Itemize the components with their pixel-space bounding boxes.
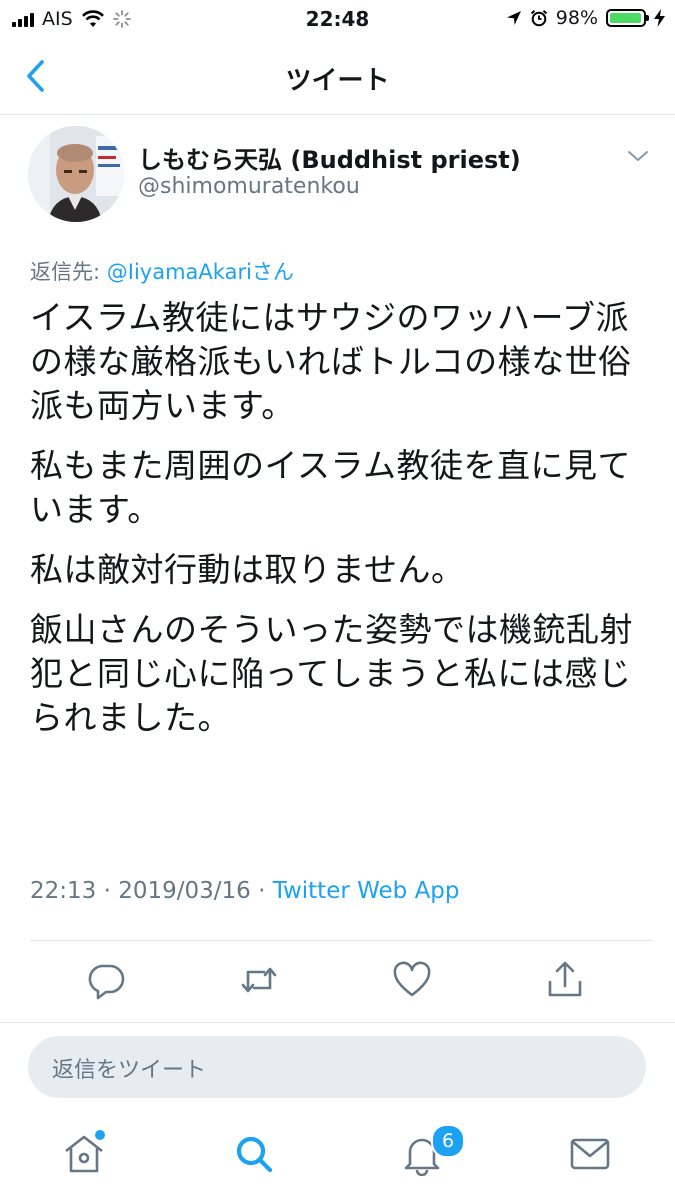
nav-bar: ツイート bbox=[0, 38, 675, 115]
search-icon[interactable] bbox=[232, 1132, 276, 1176]
notifications-badge: 6 bbox=[431, 1124, 465, 1158]
reply-to-suffix: さん bbox=[251, 260, 294, 284]
tweet-paragraph: 私は敵対行動は取りません。 bbox=[30, 550, 465, 589]
tweet-paragraph: イスラム教徒にはサウジのワッハーブ派の様な厳格派もいればトルコの様な世俗派も両方… bbox=[30, 298, 632, 425]
reply-to-line: 返信先: @IiyamaAkariさん bbox=[30, 256, 294, 286]
status-right: 98% bbox=[506, 7, 665, 29]
avatar-photo bbox=[28, 126, 124, 222]
reply-input[interactable]: 返信をツイート bbox=[28, 1036, 646, 1098]
chevron-down-icon[interactable] bbox=[626, 148, 650, 164]
messages-icon[interactable] bbox=[568, 1132, 612, 1176]
battery-percent: 98% bbox=[555, 7, 598, 29]
tweet-text: イスラム教徒にはサウジのワッハーブ派の様な厳格派もいればトルコの様な世俗派も両方… bbox=[30, 296, 642, 756]
home-new-dot bbox=[95, 1130, 105, 1140]
source-app-link[interactable]: Twitter Web App bbox=[273, 878, 460, 904]
reply-placeholder: 返信をツイート bbox=[52, 1058, 207, 1083]
timestamp-text: 22:13 · 2019/03/16 · bbox=[30, 878, 273, 904]
charging-icon bbox=[654, 9, 665, 27]
divider bbox=[30, 940, 652, 941]
retweet-icon[interactable] bbox=[239, 960, 279, 1000]
tweet-timestamp: 22:13 · 2019/03/16 · Twitter Web App bbox=[30, 878, 460, 904]
battery-icon bbox=[606, 9, 649, 27]
avatar[interactable] bbox=[28, 126, 124, 222]
tweet-actions bbox=[0, 950, 675, 1010]
reply-to-mention[interactable]: @IiyamaAkari bbox=[107, 260, 252, 284]
divider bbox=[0, 1022, 675, 1023]
tweet-paragraph: 私もまた周囲のイスラム教徒を直に見ています。 bbox=[30, 446, 632, 529]
location-icon bbox=[506, 11, 521, 25]
tweet-paragraph: 飯山さんのそういった姿勢では機銃乱射犯と同じ心に陥ってしまうと私には感じられまし… bbox=[30, 610, 633, 737]
reply-to-prefix: 返信先: bbox=[30, 260, 107, 284]
like-icon[interactable] bbox=[392, 960, 432, 1000]
reply-icon[interactable] bbox=[86, 960, 126, 1000]
tab-bar bbox=[0, 1110, 675, 1200]
share-icon[interactable] bbox=[545, 960, 585, 1000]
display-name[interactable]: しもむら天弘 (Buddhist priest) bbox=[138, 140, 521, 175]
page-title: ツイート bbox=[285, 66, 390, 96]
status-bar: AIS 22:48 98% bbox=[0, 0, 675, 38]
alarm-icon bbox=[530, 10, 547, 27]
user-handle[interactable]: @shimomuratenkou bbox=[138, 174, 360, 199]
